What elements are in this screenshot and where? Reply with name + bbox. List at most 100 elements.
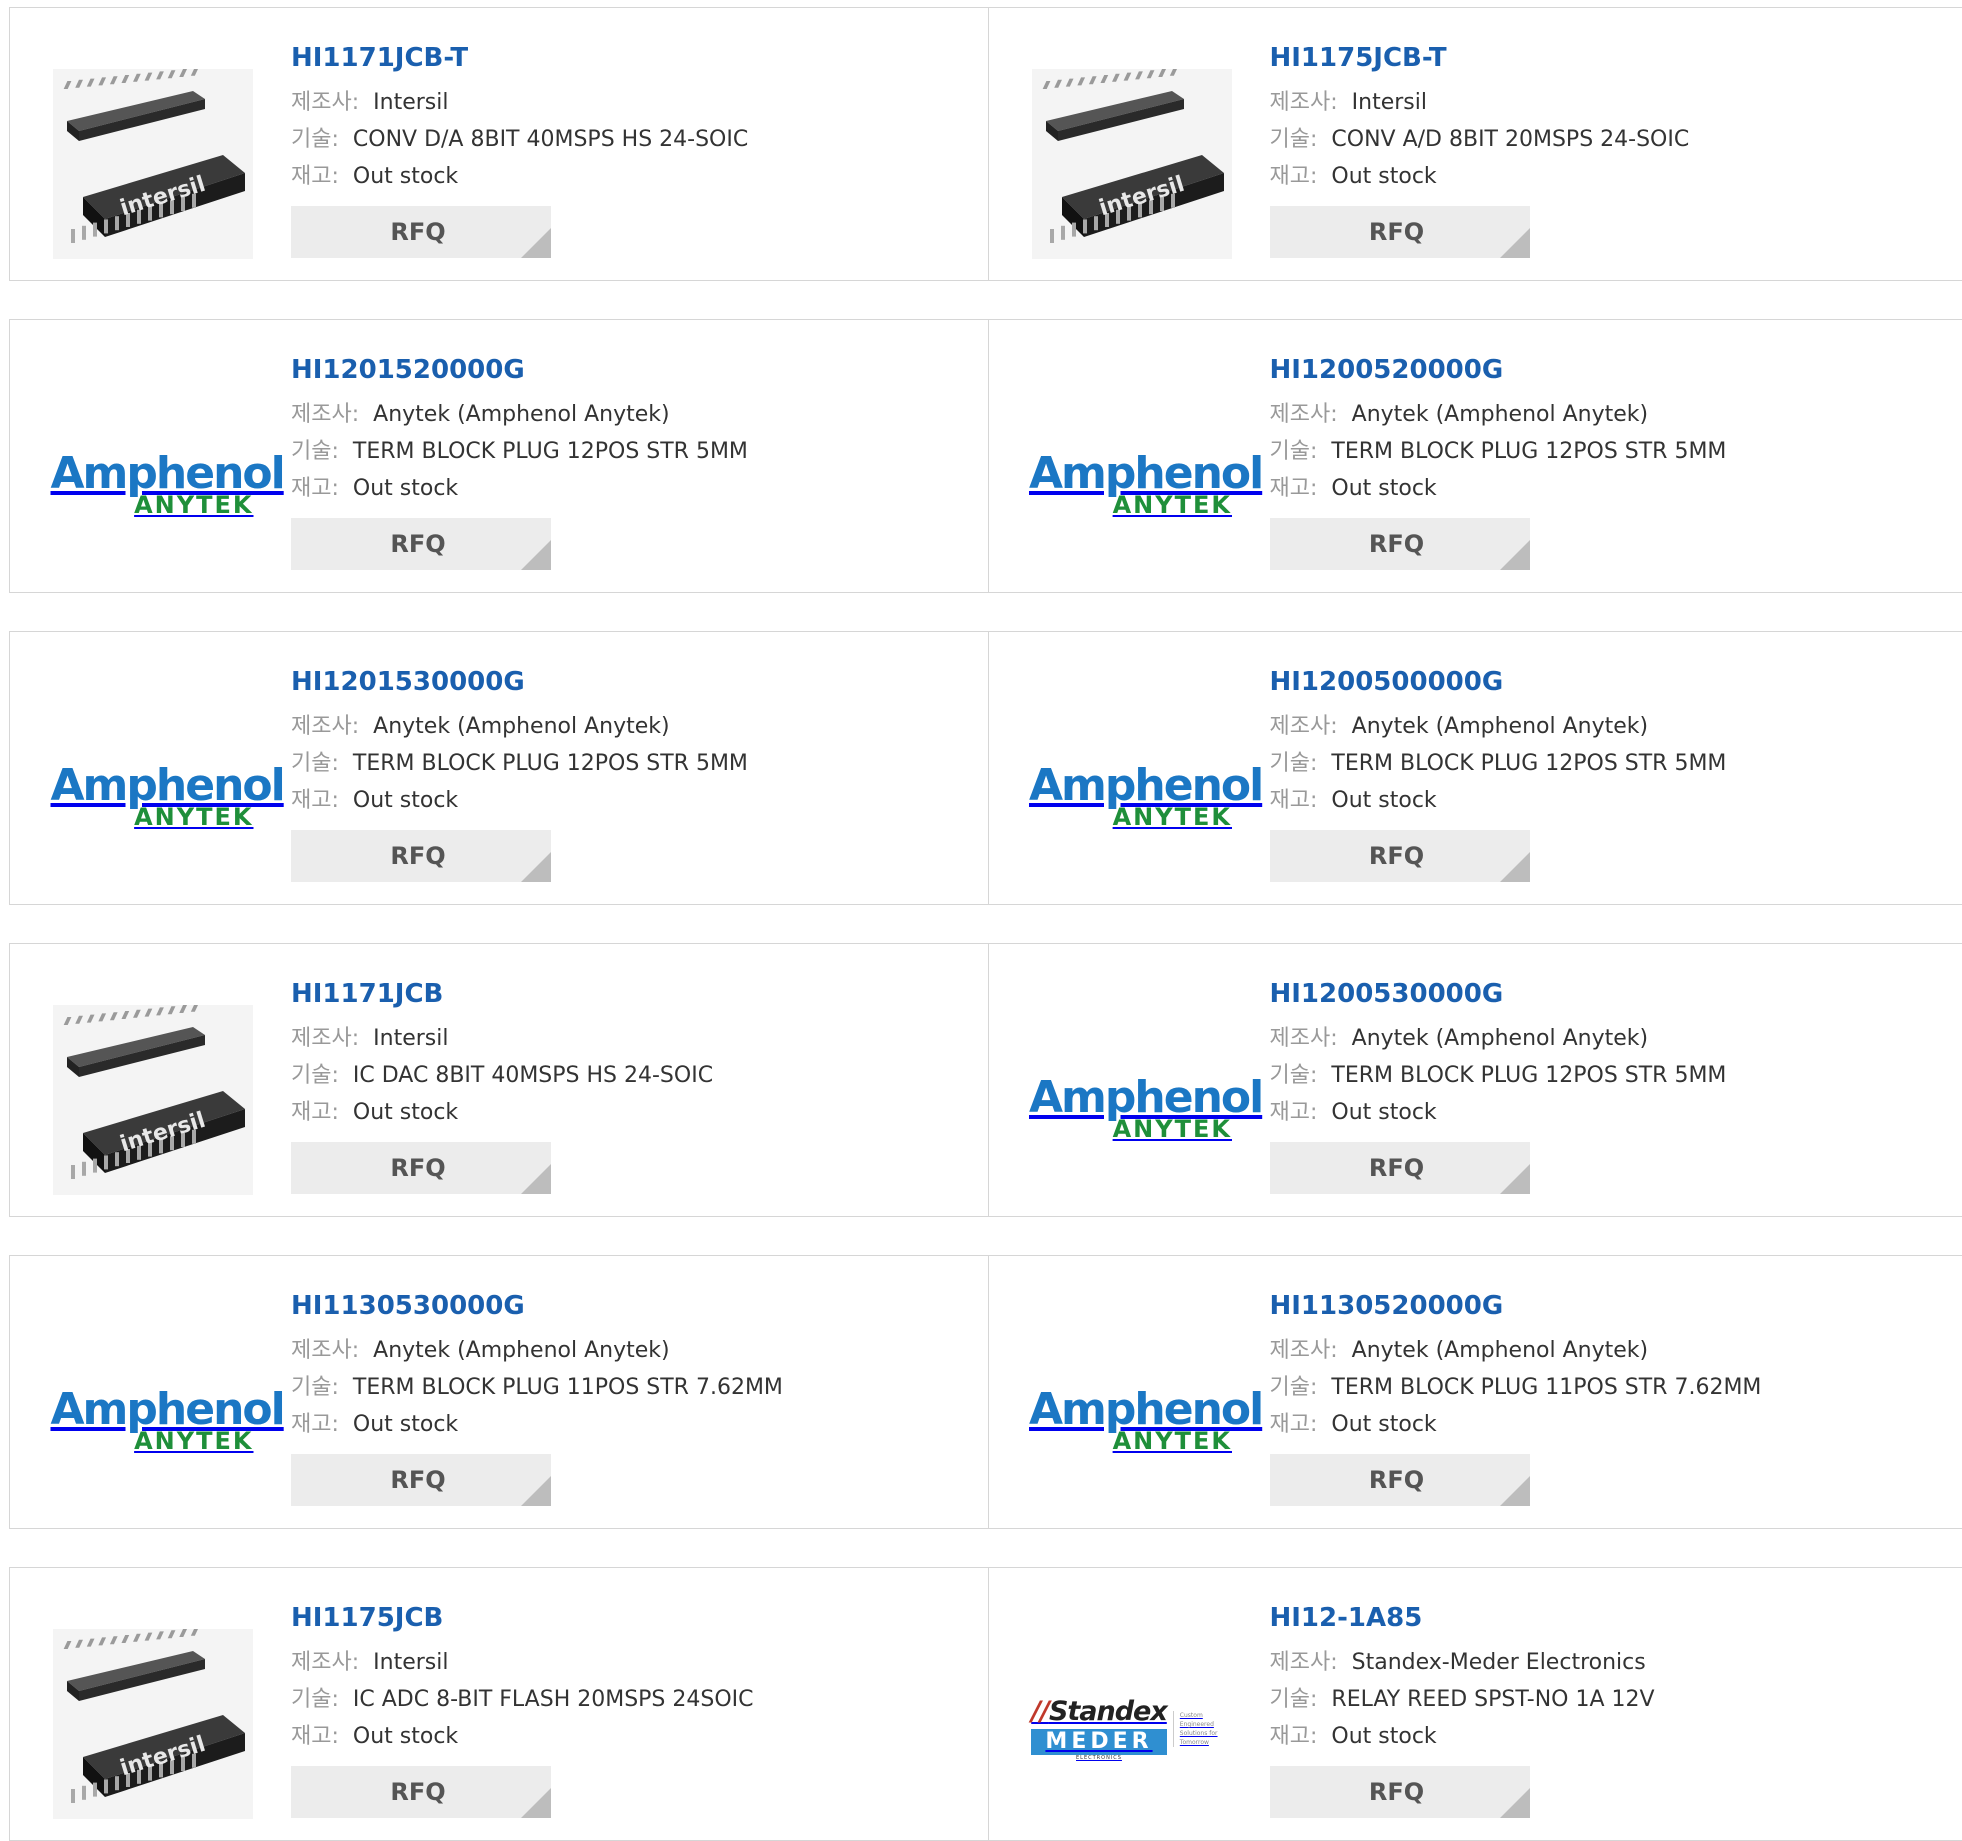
corner-triangle-icon bbox=[1500, 228, 1530, 258]
stock-label: 재고 bbox=[1270, 1100, 1310, 1125]
intersil-chip-image: intersil bbox=[53, 1005, 253, 1195]
rfq-button[interactable]: RFQ bbox=[1270, 1766, 1530, 1818]
rfq-button[interactable]: RFQ bbox=[291, 206, 551, 258]
label-separator: : bbox=[352, 90, 359, 115]
stock-value: Out stock bbox=[353, 788, 458, 813]
part-number-link[interactable]: HI1201530000G bbox=[291, 662, 748, 702]
manufacturer-label: 제조사 bbox=[1270, 1650, 1331, 1675]
manufacturer-value: Intersil bbox=[1352, 90, 1427, 115]
product-info: HI1200530000G 제조사:Anytek (Amphenol Anyte… bbox=[1270, 974, 1727, 1194]
stock-label: 재고 bbox=[291, 1412, 331, 1437]
manufacturer-value: Anytek (Amphenol Anytek) bbox=[1352, 714, 1648, 739]
label-separator: : bbox=[1310, 1375, 1317, 1400]
product-row: Amphenol ANYTEK HI1201520000G 제조사:Anytek… bbox=[9, 319, 1962, 593]
part-number-link[interactable]: HI1200500000G bbox=[1270, 662, 1727, 702]
stock-line: 재고:Out stock bbox=[1270, 1718, 1655, 1755]
product-thumbnail[interactable]: Amphenol ANYTEK bbox=[48, 376, 258, 576]
manufacturer-line: 제조사:Anytek (Amphenol Anytek) bbox=[1270, 1020, 1727, 1057]
stock-value: Out stock bbox=[353, 1412, 458, 1437]
label-separator: : bbox=[1310, 127, 1317, 152]
label-separator: : bbox=[331, 1724, 338, 1749]
meder-logo-text: MEDER bbox=[1031, 1729, 1167, 1755]
manufacturer-value: Intersil bbox=[373, 90, 448, 115]
product-thumbnail[interactable]: Amphenol ANYTEK bbox=[48, 688, 258, 888]
part-number-link[interactable]: HI1175JCB bbox=[291, 1598, 754, 1638]
part-number-link[interactable]: HI1201520000G bbox=[291, 350, 748, 390]
rfq-button[interactable]: RFQ bbox=[1270, 1142, 1530, 1194]
label-separator: : bbox=[352, 1026, 359, 1051]
product-info: HI1175JCB 제조사:Intersil 기술:IC ADC 8-BIT F… bbox=[291, 1598, 754, 1818]
corner-triangle-icon bbox=[1500, 1164, 1530, 1194]
part-number-link[interactable]: HI1171JCB-T bbox=[291, 38, 748, 78]
intersil-chip-image: intersil bbox=[1032, 69, 1232, 259]
product-thumbnail[interactable]: intersil bbox=[48, 1624, 258, 1824]
product-info: HI1200520000G 제조사:Anytek (Amphenol Anyte… bbox=[1270, 350, 1727, 570]
corner-triangle-icon bbox=[521, 540, 551, 570]
product-row: intersil HI1175JCB 제조사:Intersil 기술:IC AD… bbox=[9, 1567, 1962, 1841]
part-number-link[interactable]: HI1175JCB-T bbox=[1270, 38, 1690, 78]
manufacturer-line: 제조사:Anytek (Amphenol Anytek) bbox=[291, 396, 748, 433]
product-thumbnail[interactable]: Amphenol ANYTEK bbox=[1027, 688, 1237, 888]
product-thumbnail[interactable]: Amphenol ANYTEK bbox=[48, 1312, 258, 1512]
manufacturer-line: 제조사:Intersil bbox=[291, 1020, 713, 1057]
standex-logo-small: ELECTRONICS bbox=[1031, 1755, 1167, 1762]
description-value: TERM BLOCK PLUG 12POS STR 5MM bbox=[353, 439, 748, 464]
product-card: Amphenol ANYTEK HI1130530000G 제조사:Anytek… bbox=[10, 1256, 988, 1528]
rfq-button[interactable]: RFQ bbox=[291, 1766, 551, 1818]
stock-label: 재고 bbox=[291, 164, 331, 189]
rfq-button-label: RFQ bbox=[1369, 1154, 1424, 1182]
description-label: 기술 bbox=[291, 1063, 331, 1088]
amphenol-anytek-logo: Amphenol ANYTEK bbox=[51, 454, 256, 516]
manufacturer-label: 제조사 bbox=[291, 1026, 352, 1051]
part-number-link[interactable]: HI1130530000G bbox=[291, 1286, 783, 1326]
amphenol-logo-text: Amphenol bbox=[51, 454, 256, 494]
description-line: 기술:TERM BLOCK PLUG 12POS STR 5MM bbox=[1270, 745, 1727, 782]
part-number-link[interactable]: HI1200530000G bbox=[1270, 974, 1727, 1014]
product-thumbnail[interactable]: Amphenol ANYTEK bbox=[1027, 1312, 1237, 1512]
label-separator: : bbox=[331, 439, 338, 464]
product-info: HI1130520000G 제조사: Anytek (Amphenol Anyte… bbox=[1270, 1286, 1762, 1506]
amphenol-anytek-logo: Amphenol ANYTEK bbox=[1029, 766, 1234, 828]
rfq-button[interactable]: RFQ bbox=[1270, 518, 1530, 570]
product-thumbnail[interactable]: intersil bbox=[48, 64, 258, 264]
description-line: 기술:CONV D/A 8BIT 40MSPS HS 24-SOIC bbox=[291, 121, 748, 158]
product-thumbnail[interactable]: intersil bbox=[1027, 64, 1237, 264]
manufacturer-label: 제조사 bbox=[1270, 1338, 1331, 1363]
product-thumbnail[interactable]: //Standex MEDER ELECTRONICS Custom Engin… bbox=[1027, 1624, 1237, 1824]
label-separator: : bbox=[1330, 402, 1337, 427]
amphenol-anytek-logo: Amphenol ANYTEK bbox=[1029, 1078, 1234, 1140]
rfq-button[interactable]: RFQ bbox=[1270, 206, 1530, 258]
product-card: intersil HI1171JCB 제조사:Intersil 기술:IC DA… bbox=[10, 944, 988, 1216]
manufacturer-label: 제조사 bbox=[291, 402, 352, 427]
stock-value: Out stock bbox=[1331, 788, 1436, 813]
part-number-link[interactable]: HI1171JCB bbox=[291, 974, 713, 1014]
label-separator: : bbox=[1330, 90, 1337, 115]
description-line: 기술:TERM BLOCK PLUG 12POS STR 5MM bbox=[1270, 433, 1727, 470]
rfq-button[interactable]: RFQ bbox=[291, 1454, 551, 1506]
stock-label: 재고 bbox=[291, 1724, 331, 1749]
rfq-button-label: RFQ bbox=[1369, 1466, 1424, 1494]
description-label: 기술 bbox=[291, 439, 331, 464]
part-number-link[interactable]: HI1130520000G bbox=[1270, 1286, 1762, 1326]
rfq-button[interactable]: RFQ bbox=[291, 518, 551, 570]
product-card: Amphenol ANYTEK HI1200500000G 제조사:Anytek… bbox=[988, 632, 1962, 904]
corner-triangle-icon bbox=[521, 228, 551, 258]
product-thumbnail[interactable]: Amphenol ANYTEK bbox=[1027, 376, 1237, 576]
amphenol-logo-text: Amphenol bbox=[1029, 454, 1234, 494]
stock-line: 재고:Out stock bbox=[291, 782, 748, 819]
description-label: 기술 bbox=[291, 1687, 331, 1712]
product-thumbnail[interactable]: Amphenol ANYTEK bbox=[1027, 1000, 1237, 1200]
product-thumbnail[interactable]: intersil bbox=[48, 1000, 258, 1200]
manufacturer-value: Anytek (Amphenol Anytek) bbox=[1352, 1338, 1648, 1363]
rfq-button[interactable]: RFQ bbox=[1270, 830, 1530, 882]
rfq-button[interactable]: RFQ bbox=[1270, 1454, 1530, 1506]
rfq-button[interactable]: RFQ bbox=[291, 830, 551, 882]
rfq-button[interactable]: RFQ bbox=[291, 1142, 551, 1194]
part-number-link[interactable]: HI12-1A85 bbox=[1270, 1598, 1655, 1638]
description-value: CONV A/D 8BIT 20MSPS 24-SOIC bbox=[1331, 127, 1689, 152]
part-number-link[interactable]: HI1200520000G bbox=[1270, 350, 1727, 390]
label-separator: : bbox=[331, 1412, 338, 1437]
stock-line: 재고:Out stock bbox=[1270, 1094, 1727, 1131]
stock-value: Out stock bbox=[1331, 1412, 1436, 1437]
label-separator: : bbox=[1330, 714, 1337, 739]
